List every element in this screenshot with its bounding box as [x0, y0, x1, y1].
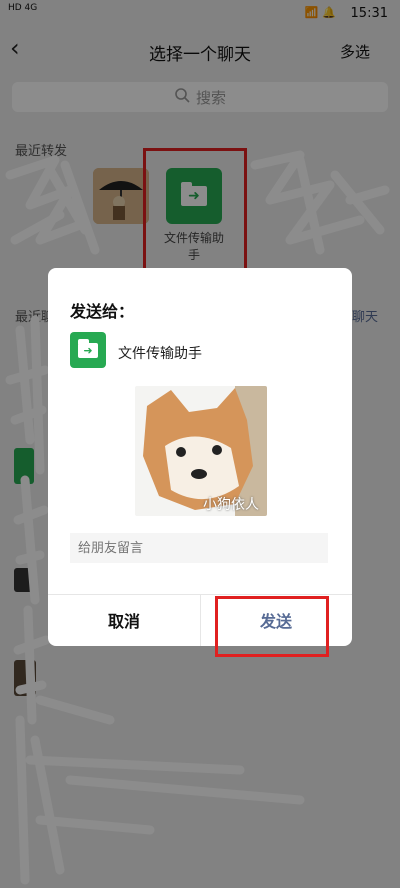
- cancel-button[interactable]: 取消: [48, 594, 200, 646]
- folder-arrow-icon: ➜: [78, 338, 98, 358]
- send-dialog: 发送给： ➜ 文件传输助手 小狗依人 取消 发送: [48, 268, 352, 646]
- recipient-avatar: ➜: [70, 332, 106, 368]
- sticker-image: 小狗依人: [135, 386, 267, 516]
- dialog-title: 发送给：: [70, 302, 135, 321]
- message-input[interactable]: [70, 533, 328, 563]
- highlight-box: [215, 596, 329, 657]
- sticker-caption: 小狗依人: [203, 497, 259, 513]
- recipient-name: 文件传输助手: [118, 346, 202, 362]
